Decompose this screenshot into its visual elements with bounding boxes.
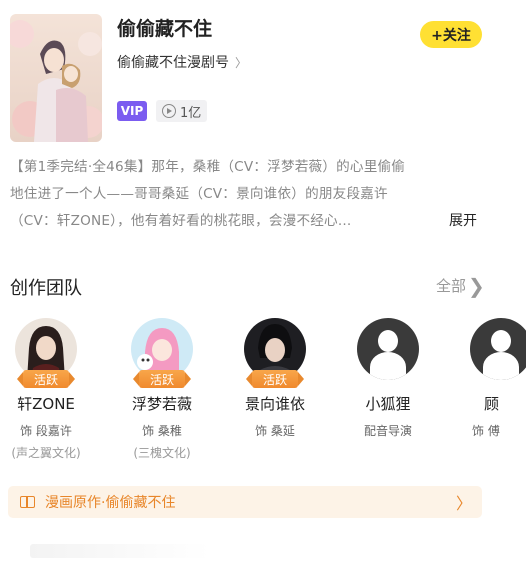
member-org: (三槐文化) bbox=[133, 446, 191, 460]
team-member[interactable]: 活跃 轩ZONE 饰 段嘉许 (声之翼文化) bbox=[0, 318, 92, 461]
description-line: 【第1季完结·全46集】那年，桑稚（CV：浮梦若薇）的心里偷偷 bbox=[10, 159, 406, 175]
follow-button[interactable]: +关注 bbox=[420, 21, 482, 48]
member-role: 配音导演 bbox=[363, 424, 412, 438]
chevron-right-icon: 〉 bbox=[235, 55, 248, 70]
view-all-team-link[interactable]: 全部 ❯ bbox=[436, 275, 485, 296]
default-avatar-icon bbox=[357, 318, 419, 380]
view-all-label: 全部 bbox=[436, 277, 467, 295]
manga-source-label: 漫画原作·偷偷藏不住 bbox=[45, 495, 176, 511]
member-role: 饰 段嘉许 bbox=[20, 424, 72, 438]
member-role: 饰 桑稚 bbox=[142, 424, 182, 438]
default-avatar-icon bbox=[470, 318, 526, 380]
member-name: 小狐狸 bbox=[365, 395, 411, 413]
description-line: 地住进了一个人——哥哥桑延（CV：景向谁依）的朋友段嘉许 bbox=[10, 186, 388, 202]
member-name: 顾 bbox=[484, 395, 500, 413]
member-name: 景向谁依 bbox=[244, 395, 305, 413]
member-name: 轩ZONE bbox=[17, 395, 75, 413]
member-role: 饰 傅 bbox=[472, 424, 500, 438]
vip-badge: VIP bbox=[117, 101, 147, 121]
manga-source-link[interactable]: 漫画原作·偷偷藏不住 〉 bbox=[8, 486, 482, 518]
team-member[interactable]: 活跃 浮梦若薇 饰 桑稚 (三槐文化) bbox=[116, 318, 208, 461]
play-count: 1亿 bbox=[180, 105, 202, 121]
expand-button[interactable]: 展开 bbox=[449, 208, 477, 235]
section-title-team: 创作团队 bbox=[10, 278, 82, 299]
drama-title: 偷偷藏不住 bbox=[117, 18, 213, 40]
team-member[interactable]: 小狐狸 配音导演 bbox=[342, 318, 434, 444]
avatar: 活跃 bbox=[244, 318, 306, 388]
team-member[interactable]: 活跃 景向谁依 饰 桑延 bbox=[229, 318, 321, 444]
channel-name: 偷偷藏不住漫剧号 bbox=[117, 55, 229, 71]
avatar: 活跃 bbox=[15, 318, 77, 388]
team-member[interactable]: 顾 饰 傅 bbox=[454, 318, 526, 439]
channel-link[interactable]: 偷偷藏不住漫剧号 〉 bbox=[117, 52, 247, 72]
member-role: 饰 桑延 bbox=[255, 424, 295, 438]
cover-image[interactable] bbox=[10, 14, 102, 142]
avatar: 活跃 bbox=[131, 318, 193, 388]
play-icon bbox=[162, 104, 176, 118]
active-badge: 活跃 bbox=[133, 370, 191, 388]
member-name: 浮梦若薇 bbox=[131, 395, 192, 413]
active-badge: 活跃 bbox=[17, 370, 75, 388]
chevron-right-icon: ❯ bbox=[468, 273, 485, 298]
faded-content bbox=[30, 544, 210, 558]
description-line: （CV：轩ZONE），他有着好看的桃花眼，会漫不经心... bbox=[10, 213, 352, 229]
chevron-right-icon: 〉 bbox=[455, 494, 472, 513]
active-badge: 活跃 bbox=[246, 370, 304, 388]
member-org: (声之翼文化) bbox=[11, 446, 81, 460]
book-icon bbox=[20, 496, 35, 508]
play-count-badge: 1亿 bbox=[156, 100, 208, 122]
description: 【第1季完结·全46集】那年，桑稚（CV：浮梦若薇）的心里偷偷 地住进了一个人—… bbox=[10, 154, 484, 235]
